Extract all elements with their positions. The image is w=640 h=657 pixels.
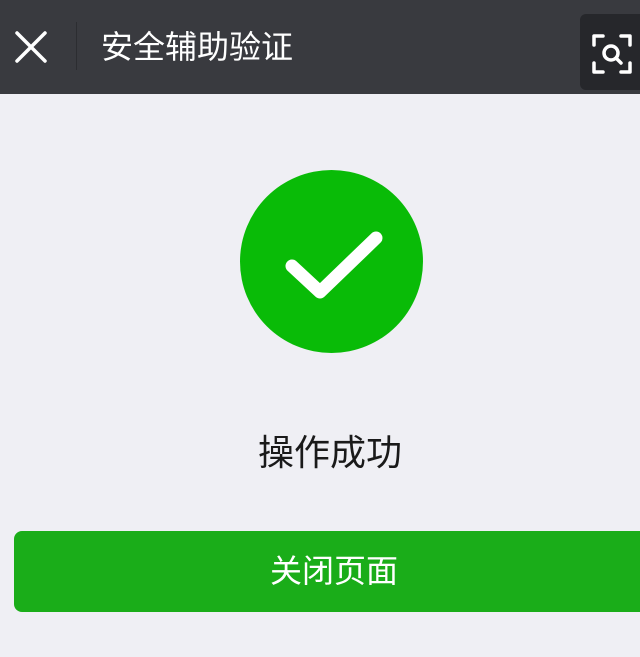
page: 安全辅助验证 操作成功 关闭页面	[0, 0, 640, 657]
page-title: 安全辅助验证	[101, 28, 294, 66]
navbar: 安全辅助验证	[0, 0, 640, 94]
scan-icon	[592, 34, 632, 74]
close-button[interactable]	[0, 0, 62, 94]
success-status-icon	[240, 170, 423, 353]
checkmark-icon	[285, 231, 383, 299]
success-message: 操作成功	[257, 433, 402, 474]
scan-button[interactable]	[580, 14, 640, 90]
close-page-button-label: 关闭页面	[269, 552, 398, 590]
navbar-divider	[76, 22, 77, 70]
close-icon	[15, 31, 47, 63]
close-page-button[interactable]: 关闭页面	[14, 531, 640, 612]
